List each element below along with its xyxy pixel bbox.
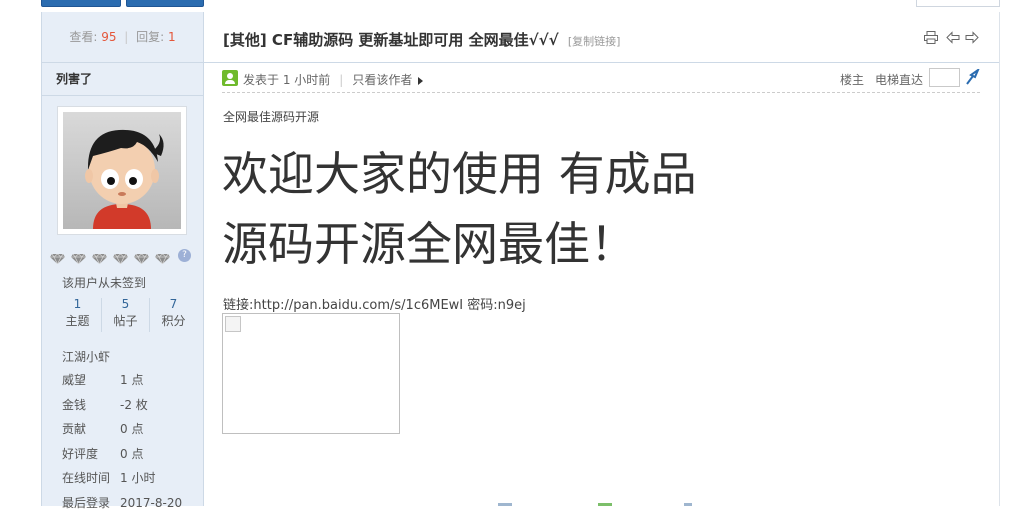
- info-row: 金钱-2 枚: [62, 393, 182, 418]
- prev-thread-icon[interactable]: [946, 31, 960, 44]
- diamond-icon: [113, 253, 128, 263]
- replies-count: 1: [168, 30, 176, 44]
- info-value: 0 点: [120, 447, 143, 461]
- views-label: 查看:: [69, 30, 97, 44]
- info-key: 好评度: [62, 442, 120, 467]
- author-counts: 1 主题 5 帖子 7 积分: [54, 296, 196, 334]
- top-right-box[interactable]: [916, 0, 1000, 7]
- info-row: 在线时间1 小时: [62, 466, 182, 491]
- thread-title-text: [其他] CF辅助源码 更新基址即可用 全网最佳√√√: [223, 31, 559, 49]
- post-heading-line-2: 源码开源全网最佳！: [222, 208, 636, 274]
- info-row: 威望1 点: [62, 368, 182, 393]
- play-icon: [418, 77, 423, 85]
- count-label: 帖子: [102, 312, 149, 330]
- info-key: 贡献: [62, 417, 120, 442]
- info-value: 1 点: [120, 373, 143, 387]
- count-label: 主题: [54, 312, 101, 330]
- jump-icon[interactable]: [964, 69, 980, 85]
- count-threads[interactable]: 1 主题: [54, 296, 101, 330]
- count-value: 1: [54, 296, 101, 312]
- top-button-1[interactable]: [41, 0, 121, 7]
- info-value: 0 点: [120, 422, 143, 436]
- author-info: 威望1 点 金钱-2 枚 贡献0 点 好评度0 点 在线时间1 小时 最后登录2…: [62, 368, 182, 515]
- divider: [42, 95, 203, 96]
- count-posts[interactable]: 5 帖子: [102, 296, 149, 330]
- info-key: 最后登录: [62, 491, 120, 515]
- post-heading-line-1: 欢迎大家的使用 有成品: [222, 138, 697, 204]
- count-value: 7: [150, 296, 197, 312]
- user-online-icon: [222, 70, 238, 86]
- medal-row: [50, 250, 176, 264]
- info-key: 在线时间: [62, 466, 120, 491]
- count-points[interactable]: 7 积分: [150, 296, 197, 330]
- info-value: 1 小时: [120, 471, 155, 485]
- post-meta: 发表于 1 小时前|只看该作者 楼主 电梯直达: [222, 68, 980, 93]
- post-time: 发表于 1 小时前: [243, 73, 330, 87]
- broken-image-icon: [225, 316, 241, 332]
- avatar-image: [63, 112, 181, 229]
- replies-label: 回复:: [136, 30, 164, 44]
- author-sidebar: 查看: 95 | 回复: 1 列害了 ?: [41, 12, 204, 506]
- info-row: 贡献0 点: [62, 417, 182, 442]
- info-key: 金钱: [62, 393, 120, 418]
- thread-stats: 查看: 95 | 回复: 1: [42, 12, 203, 63]
- views-count: 95: [101, 30, 116, 44]
- thread-title: [其他] CF辅助源码 更新基址即可用 全网最佳√√√ [复制链接]: [223, 29, 620, 50]
- print-icon[interactable]: [924, 31, 938, 44]
- stats-separator: |: [124, 30, 128, 44]
- broken-image: [222, 313, 400, 434]
- avatar[interactable]: [57, 106, 187, 235]
- right-border: [999, 12, 1000, 506]
- user-rank[interactable]: 江湖小虾: [62, 348, 110, 365]
- thread-title-bar: [其他] CF辅助源码 更新基址即可用 全网最佳√√√ [复制链接]: [203, 12, 999, 63]
- help-icon[interactable]: ?: [178, 249, 191, 262]
- diamond-icon: [155, 253, 170, 263]
- author-name[interactable]: 列害了: [56, 70, 92, 87]
- signin-status: 该用户从未签到: [62, 274, 146, 291]
- info-row: 好评度0 点: [62, 442, 182, 467]
- info-key: 威望: [62, 368, 120, 393]
- diamond-icon: [50, 253, 65, 263]
- post-subtitle: 全网最佳源码开源: [223, 108, 319, 125]
- info-value: 2017-8-20: [120, 496, 182, 510]
- diamond-icon: [92, 253, 107, 263]
- floor-label: 楼主: [840, 71, 864, 88]
- count-label: 积分: [150, 312, 197, 330]
- count-value: 5: [102, 296, 149, 312]
- copy-link[interactable]: [复制链接]: [568, 35, 621, 48]
- elevator-label: 电梯直达: [875, 71, 923, 88]
- next-thread-icon[interactable]: [965, 31, 979, 44]
- post-info: 发表于 1 小时前|只看该作者: [243, 71, 423, 88]
- top-button-2[interactable]: [126, 0, 204, 7]
- diamond-icon: [71, 253, 86, 263]
- info-value: -2 枚: [120, 398, 148, 412]
- info-row: 最后登录2017-8-20: [62, 491, 182, 515]
- diamond-icon: [134, 253, 149, 263]
- only-author-link[interactable]: 只看该作者: [352, 73, 412, 87]
- elevator-input[interactable]: [929, 68, 960, 87]
- download-link[interactable]: 链接:http://pan.baidu.com/s/1c6MEwI 密码:n9e…: [223, 294, 526, 313]
